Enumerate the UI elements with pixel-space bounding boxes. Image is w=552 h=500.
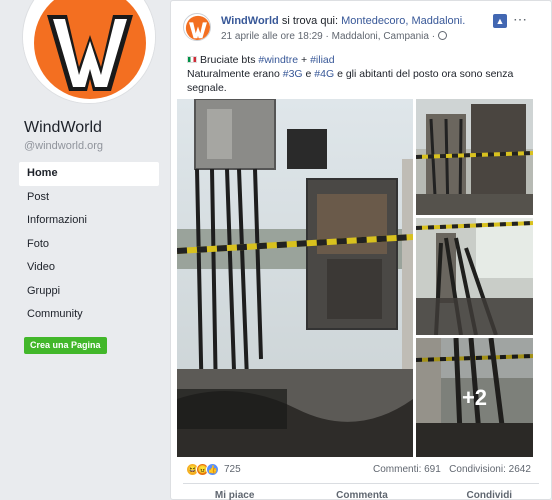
post-header: WindWorld si trova qui: Montedecoro, Mad… xyxy=(221,15,465,27)
post-text: Bruciate bts #windtre + #iliad Naturalme… xyxy=(187,53,537,95)
windworld-avatar-icon xyxy=(184,14,210,40)
more-options-icon[interactable]: ⋯ xyxy=(513,11,528,28)
nav-item-photos[interactable]: Foto xyxy=(19,233,159,257)
divider xyxy=(183,483,539,484)
pin-icon[interactable]: ▲ xyxy=(493,14,507,28)
hashtag-iliad[interactable]: #iliad xyxy=(310,54,335,66)
share-button[interactable]: Condividi xyxy=(426,490,552,500)
nav-item-post[interactable]: Post xyxy=(19,186,159,210)
burned-tower-photo xyxy=(177,99,413,457)
windworld-logo-icon xyxy=(23,0,155,103)
post-timestamp[interactable]: 21 aprile alle ore 18:29 xyxy=(221,31,323,42)
cables-photo xyxy=(416,218,533,335)
post-avatar[interactable] xyxy=(183,13,211,41)
create-page-button[interactable]: Crea una Pagina xyxy=(24,337,107,354)
nav-item-home[interactable]: Home xyxy=(19,162,159,186)
nav-item-community[interactable]: Community xyxy=(19,303,159,327)
hashtag-windtre[interactable]: #windtre xyxy=(258,54,298,66)
post-author-link[interactable]: WindWorld xyxy=(221,15,279,27)
like-button[interactable]: Mi piace xyxy=(171,490,298,500)
globe-icon xyxy=(437,31,447,40)
post-location[interactable]: Maddaloni, Campania xyxy=(332,31,429,42)
checkin-text: si trova qui: xyxy=(281,15,339,27)
page-logo[interactable] xyxy=(22,0,156,104)
like-reaction-icon: 👍 xyxy=(206,463,219,476)
shares-count[interactable]: Condivisioni: 2642 xyxy=(449,464,531,475)
hashtag-3g[interactable]: #3G xyxy=(283,68,303,80)
cabinet-photo xyxy=(416,99,533,215)
post-photo-2[interactable] xyxy=(416,99,533,215)
comments-count[interactable]: Commenti: 691 xyxy=(373,464,441,475)
place-link[interactable]: Montedecoro, Maddaloni. xyxy=(341,15,465,27)
post-photo-3[interactable] xyxy=(416,218,533,335)
more-photos-overlay[interactable]: +2 xyxy=(416,338,533,457)
nav-item-info[interactable]: Informazioni xyxy=(19,209,159,233)
post-card: WindWorld si trova qui: Montedecoro, Mad… xyxy=(170,0,552,500)
reactions-summary[interactable]: 😆 😠 👍 725 xyxy=(186,463,241,476)
nav-item-groups[interactable]: Gruppi xyxy=(19,280,159,304)
separator-dot: · xyxy=(431,31,438,42)
page-name[interactable]: WindWorld xyxy=(24,119,102,137)
italy-flag-icon xyxy=(187,56,197,63)
hashtag-4g[interactable]: #4G xyxy=(314,68,334,80)
page-nav: Home Post Informazioni Foto Video Gruppi… xyxy=(19,162,159,327)
left-sidebar: WindWorld @windworld.org Home Post Infor… xyxy=(0,0,170,500)
post-meta: 21 aprile alle ore 18:29 · Maddaloni, Ca… xyxy=(221,31,447,42)
post-stats: Commenti: 691 Condivisioni: 2642 xyxy=(373,464,531,475)
post-photo-4[interactable]: +2 xyxy=(416,338,533,457)
comment-button[interactable]: Commenta xyxy=(298,490,425,500)
post-text-line1: Bruciate bts #windtre + #iliad xyxy=(187,53,537,67)
post-text-line2: Naturalmente erano #3G e #4G e gli abita… xyxy=(187,68,514,94)
reaction-count[interactable]: 725 xyxy=(224,464,241,475)
page-handle[interactable]: @windworld.org xyxy=(24,140,103,152)
post-actions: Mi piace Commenta Condividi xyxy=(171,490,552,500)
post-photo-main[interactable] xyxy=(177,99,413,457)
nav-item-video[interactable]: Video xyxy=(19,256,159,280)
